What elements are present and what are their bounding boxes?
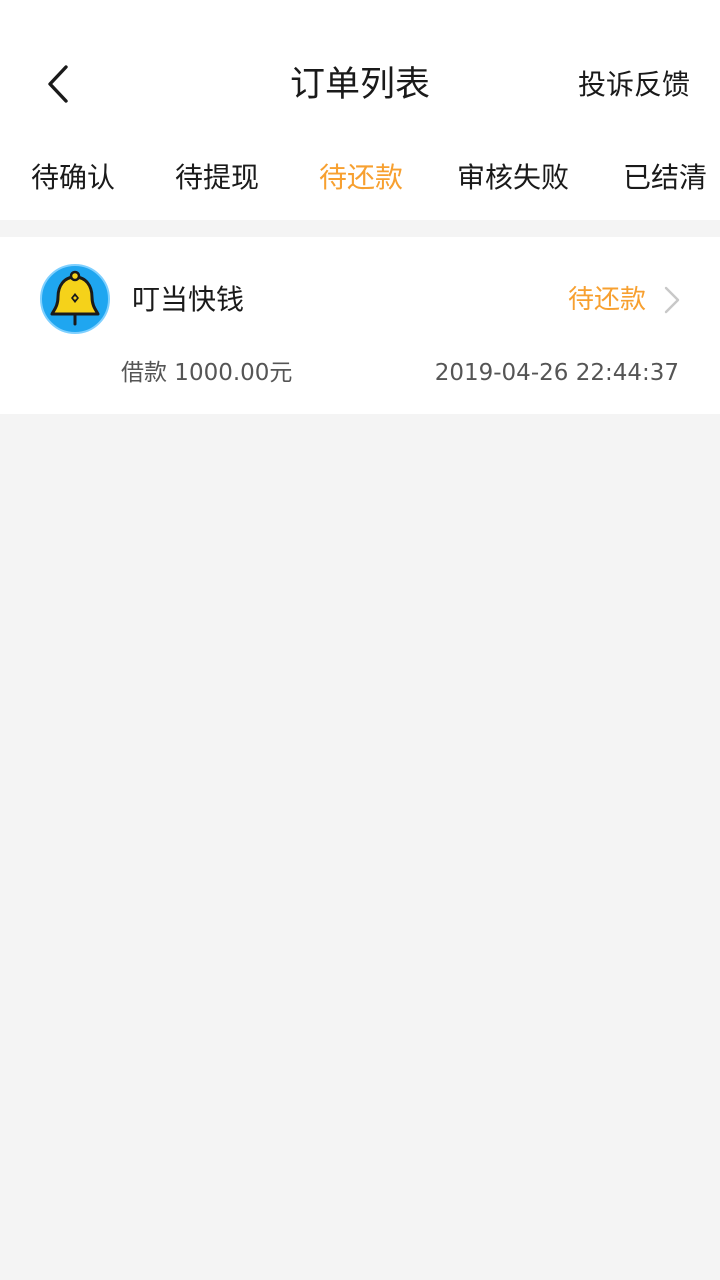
tab-pending-repay[interactable]: 待还款: [319, 150, 403, 206]
bell-logo-icon: [40, 264, 110, 334]
header-bar: 订单列表 投诉反馈 待确认 待提现 待还款 审核失败 已结清: [0, 0, 720, 220]
order-status: 待还款: [567, 285, 646, 315]
chevron-right-icon: [664, 286, 680, 314]
chevron-left-icon: [48, 65, 68, 103]
tab-pending-confirm[interactable]: 待确认: [31, 150, 115, 206]
order-datetime: 2019-04-26 22:44:37: [434, 360, 679, 386]
back-button[interactable]: [36, 60, 80, 108]
feedback-button[interactable]: 投诉反馈: [578, 62, 690, 108]
tab-review-failed[interactable]: 审核失败: [457, 150, 569, 206]
tab-settled[interactable]: 已结清: [623, 150, 707, 206]
status-tabs: 待确认 待提现 待还款 审核失败 已结清: [0, 150, 720, 206]
lender-name: 叮当快钱: [132, 283, 245, 316]
loan-amount: 借款 1000.00元: [121, 360, 293, 386]
order-card[interactable]: 叮当快钱 待还款 借款 1000.00元 2019-04-26 22:44:37: [0, 237, 720, 414]
tab-pending-withdraw[interactable]: 待提现: [175, 150, 259, 206]
